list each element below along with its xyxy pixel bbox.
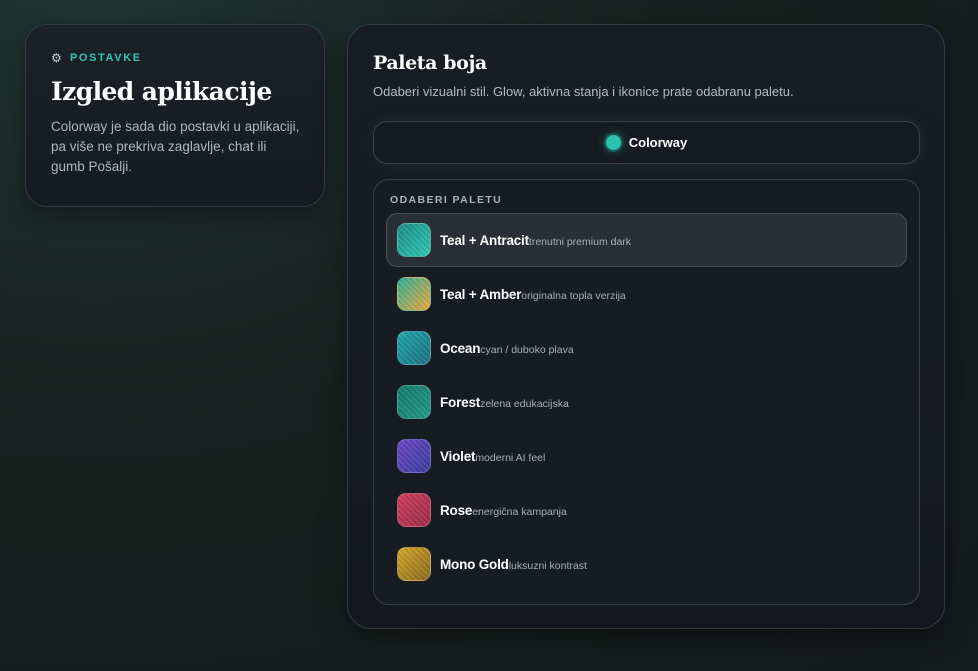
palette-option[interactable]: Ocean cyan / duboko plava (386, 321, 907, 375)
palette-card-subtitle: Odaberi vizualni stil. Glow, aktivna sta… (373, 84, 794, 99)
palette-heading: ODABERI PALETU (390, 194, 503, 206)
palette-list: Teal + Antracit trenutni premium dark Teal… (386, 213, 907, 591)
section-eyebrow: ⚙ POSTAVKE (51, 51, 300, 65)
palette-option[interactable]: Violet moderni AI feel (386, 429, 907, 483)
palette-name: Violet (440, 448, 476, 464)
palette-option[interactable]: Teal + Amber originalna topla verzija (386, 267, 907, 321)
palette-swatch-icon (397, 385, 431, 419)
palette-description: zelena edukacijska (480, 397, 569, 410)
eyebrow-label: POSTAVKE (70, 52, 142, 64)
palette-description: energična kampanja (472, 505, 567, 518)
palette-picker: ODABERI PALETU Teal + Antracit trenutni p… (373, 179, 920, 605)
colorway-label: Colorway (628, 135, 688, 150)
gear-icon: ⚙ (51, 50, 62, 65)
palette-text: Violet moderni AI feel (440, 449, 545, 464)
palette-card-title: Paleta boja (373, 52, 487, 74)
palette-name: Forest (440, 394, 481, 410)
palette-text: Mono Gold luksuzni kontrast (440, 557, 587, 572)
palette-name: Teal + Amber (440, 286, 522, 302)
palette-text: Ocean cyan / duboko plava (440, 341, 574, 356)
palette-swatch-icon (397, 439, 431, 473)
color-palette-card: Paleta boja Odaberi vizualni stil. Glow,… (347, 24, 945, 629)
palette-swatch-icon (397, 277, 431, 311)
palette-option[interactable]: Forest zelena edukacijska (386, 375, 907, 429)
palette-name: Teal + Antracit (440, 232, 529, 248)
palette-swatch-icon (397, 493, 431, 527)
palette-name: Mono Gold (440, 556, 509, 572)
palette-option[interactable]: Mono Gold luksuzni kontrast (386, 537, 907, 591)
palette-name: Rose (440, 502, 473, 518)
palette-description: cyan / duboko plava (480, 343, 574, 356)
colorway-dot-icon (605, 135, 621, 150)
palette-option[interactable]: Rose energična kampanja (386, 483, 907, 537)
palette-swatch-icon (397, 331, 431, 365)
colorway-toggle-button[interactable]: Colorway (373, 121, 920, 164)
page-title: Izgled aplikacije (51, 77, 272, 106)
palette-option[interactable]: Teal + Antracit trenutni premium dark (386, 213, 907, 267)
palette-swatch-icon (397, 547, 431, 581)
palette-name: Ocean (440, 340, 481, 356)
palette-description: luksuzni kontrast (508, 559, 587, 572)
palette-description: moderni AI feel (475, 451, 546, 464)
settings-intro-card: ⚙ POSTAVKE Izgled aplikacije Colorway je… (25, 24, 325, 207)
palette-description: originalna topla verzija (521, 289, 626, 302)
palette-text: Forest zelena edukacijska (440, 395, 569, 410)
palette-description: trenutni premium dark (528, 235, 632, 248)
palette-text: Teal + Antracit trenutni premium dark (440, 233, 631, 248)
palette-swatch-icon (397, 223, 431, 257)
palette-text: Rose energična kampanja (440, 503, 567, 518)
palette-text: Teal + Amber originalna topla verzija (440, 287, 626, 302)
page-description: Colorway je sada dio postavki u aplikaci… (51, 119, 300, 174)
